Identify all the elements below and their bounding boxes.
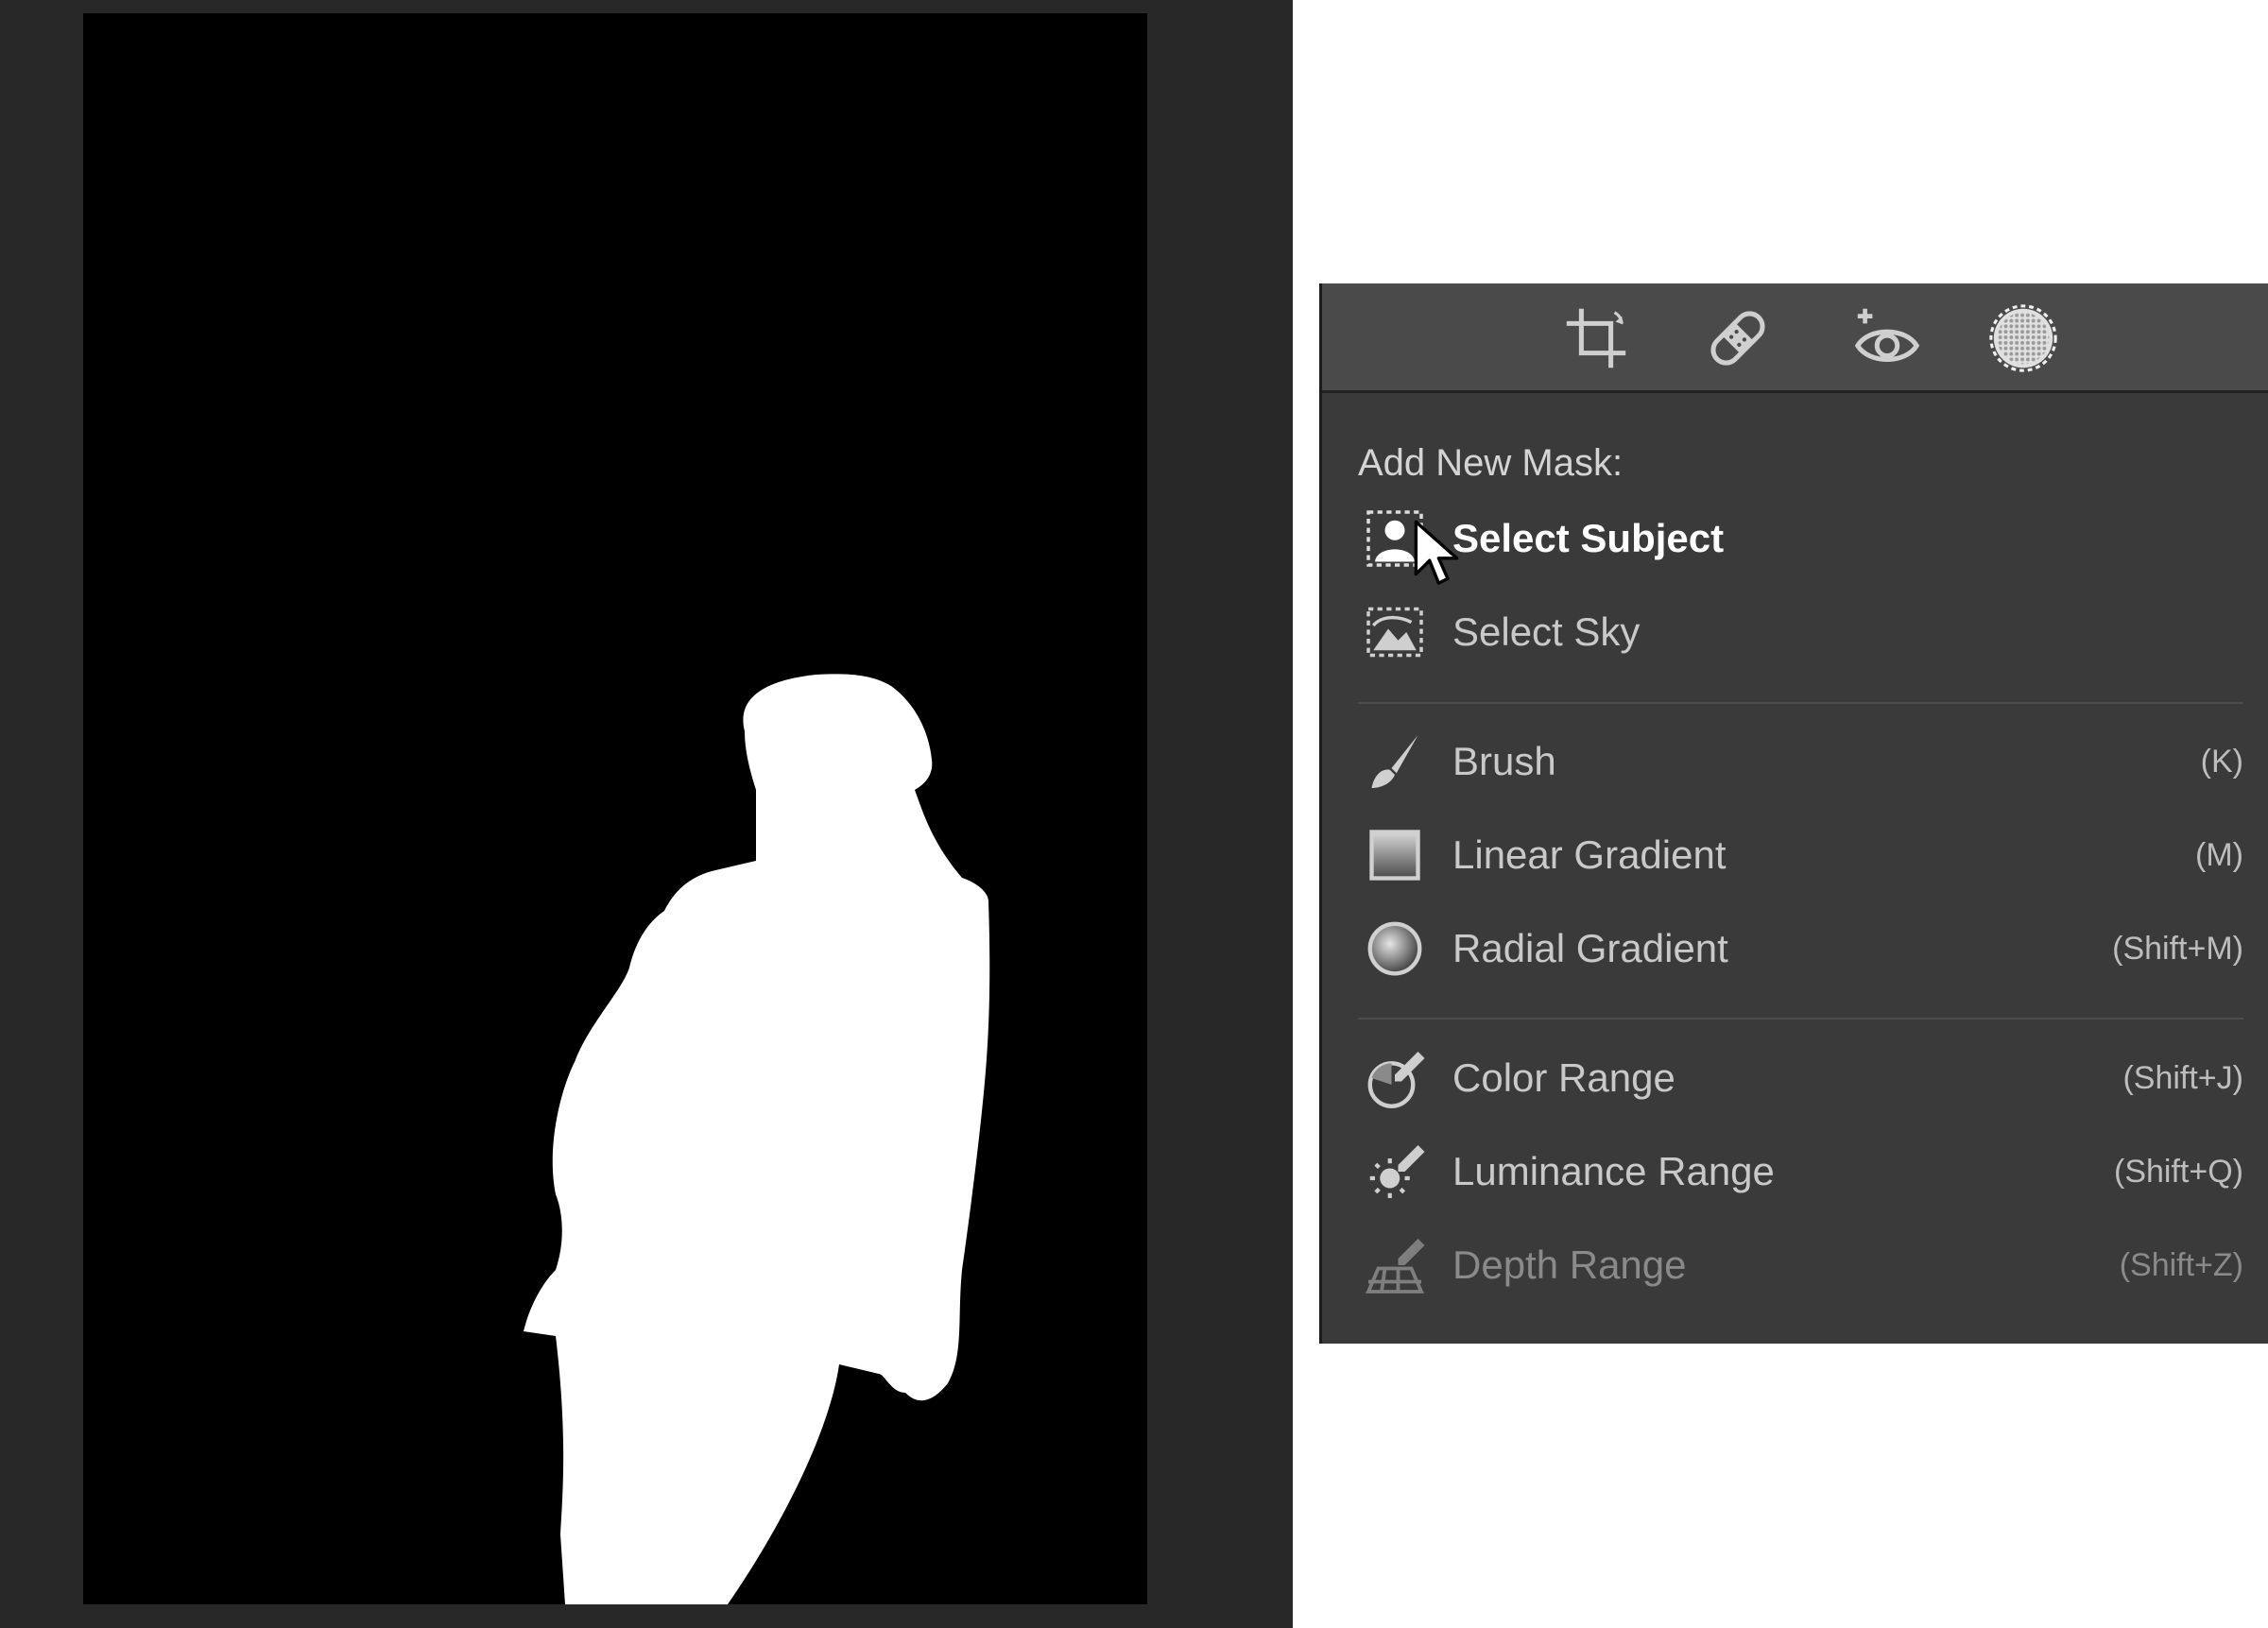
- crop-icon: [1566, 308, 1626, 368]
- menu-item-radial-gradient[interactable]: Radial Gradient (Shift+M): [1360, 909, 2243, 988]
- canvas-area: [0, 0, 1293, 1628]
- luminance-range-icon: [1360, 1137, 1430, 1207]
- subject-mask-silhouette: [524, 674, 990, 1604]
- menu-item-label: Color Range: [1452, 1055, 1675, 1100]
- menu-item-brush[interactable]: Brush (K): [1360, 722, 2243, 801]
- color-range-icon: [1360, 1043, 1430, 1113]
- menu-item-label: Radial Gradient: [1452, 926, 1728, 970]
- menu-item-luminance-range[interactable]: Luminance Range (Shift+Q): [1360, 1132, 2243, 1211]
- menu-item-color-range[interactable]: Color Range (Shift+J): [1360, 1038, 2243, 1118]
- healing-bandage-icon: [1710, 311, 1765, 366]
- menu-item-shortcut: (Shift+M): [2112, 930, 2243, 967]
- menu-item-select-sky[interactable]: Select Sky: [1360, 592, 2243, 672]
- masking-icon: [1989, 304, 2057, 372]
- menu-item-shortcut: (Shift+J): [2122, 1059, 2243, 1096]
- radial-gradient-icon: [1360, 914, 1430, 984]
- masking-tool-button[interactable]: [1982, 297, 2065, 380]
- menu-item-shortcut: (Shift+Q): [2114, 1153, 2243, 1190]
- menu-item-linear-gradient[interactable]: Linear Gradient (M): [1360, 815, 2243, 895]
- menu-item-label: Select Sky: [1452, 609, 1641, 654]
- red-eye-tool-button[interactable]: [1846, 297, 1929, 380]
- select-subject-icon: [1360, 504, 1430, 574]
- menu-item-shortcut: (Shift+Z): [2119, 1246, 2243, 1283]
- healing-tool-button[interactable]: [1696, 297, 1779, 380]
- masking-panel: Add New Mask: Select Subject Select Sky …: [1319, 283, 2268, 1344]
- red-eye-icon: [1854, 308, 1920, 362]
- menu-item-label: Select Subject: [1452, 516, 1725, 560]
- linear-gradient-icon: [1360, 820, 1430, 890]
- menu-item-label: Depth Range: [1452, 1242, 1687, 1287]
- add-new-mask-menu: Add New Mask: Select Subject Select Sky …: [1322, 393, 2268, 1344]
- menu-item-label: Brush: [1452, 739, 1556, 783]
- menu-separator: [1358, 1018, 2243, 1020]
- menu-item-shortcut: (M): [2195, 836, 2243, 873]
- mask-preview-image[interactable]: [83, 13, 1147, 1604]
- menu-item-select-subject[interactable]: Select Subject: [1360, 499, 2243, 578]
- menu-item-depth-range[interactable]: Depth Range (Shift+Z): [1360, 1225, 2243, 1305]
- menu-item-shortcut: (K): [2200, 743, 2243, 780]
- menu-item-label: Linear Gradient: [1452, 832, 1727, 877]
- brush-icon: [1360, 727, 1430, 797]
- menu-heading: Add New Mask:: [1358, 442, 1624, 484]
- depth-range-icon: [1360, 1230, 1430, 1300]
- crop-tool-button[interactable]: [1555, 297, 1638, 380]
- menu-separator: [1358, 702, 2243, 704]
- tool-strip: [1322, 283, 2268, 393]
- select-sky-icon: [1360, 597, 1430, 667]
- menu-item-label: Luminance Range: [1452, 1149, 1775, 1193]
